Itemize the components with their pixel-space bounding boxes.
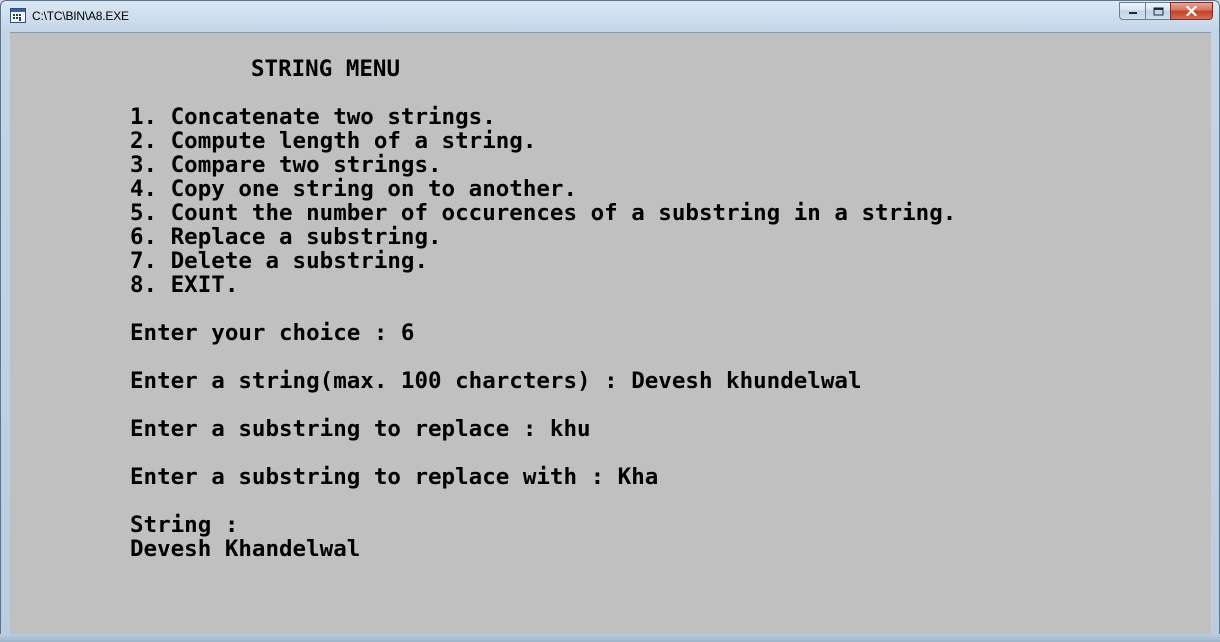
maximize-button[interactable] [1145, 2, 1170, 20]
minimize-icon [1128, 12, 1137, 14]
caption-buttons [1119, 2, 1213, 21]
string-prompt: Enter a string(max. 100 charcters) : Dev… [130, 368, 862, 394]
menu-item: 7. Delete a substring. [130, 248, 429, 274]
menu-item: 8. EXIT. [130, 272, 239, 298]
maximize-icon [1153, 7, 1163, 15]
menu-title: STRING MENU [251, 56, 401, 82]
dos-program-icon[interactable] [10, 8, 26, 23]
close-button[interactable] [1170, 2, 1213, 20]
taskbar-edge [0, 634, 1220, 642]
replacement-prompt: Enter a substring to replace with : Kha [130, 464, 659, 490]
console-window: C:\TC\BIN\A8.EXE STRING MENU 1. Concaten… [0, 0, 1220, 642]
console-output-area[interactable]: STRING MENU 1. Concatenate two strings. … [10, 32, 1211, 635]
choice-prompt: Enter your choice : 6 [130, 320, 415, 346]
minimize-button[interactable] [1119, 2, 1145, 20]
menu-item: 2. Compute length of a string. [130, 128, 537, 154]
title-bar[interactable]: C:\TC\BIN\A8.EXE [1, 1, 1219, 31]
menu-item: 5. Count the number of occurences of a s… [130, 200, 957, 226]
window-title: C:\TC\BIN\A8.EXE [32, 9, 129, 23]
menu-item: 1. Concatenate two strings. [130, 104, 496, 130]
menu-item: 3. Compare two strings. [130, 152, 442, 178]
menu-item: 6. Replace a substring. [130, 224, 442, 250]
close-icon [1186, 6, 1197, 16]
menu-item: 4. Copy one string on to another. [130, 176, 578, 202]
substring-prompt: Enter a substring to replace : khu [130, 416, 591, 442]
result-value: Devesh Khandelwal [130, 536, 361, 562]
result-label: String : [130, 512, 239, 538]
